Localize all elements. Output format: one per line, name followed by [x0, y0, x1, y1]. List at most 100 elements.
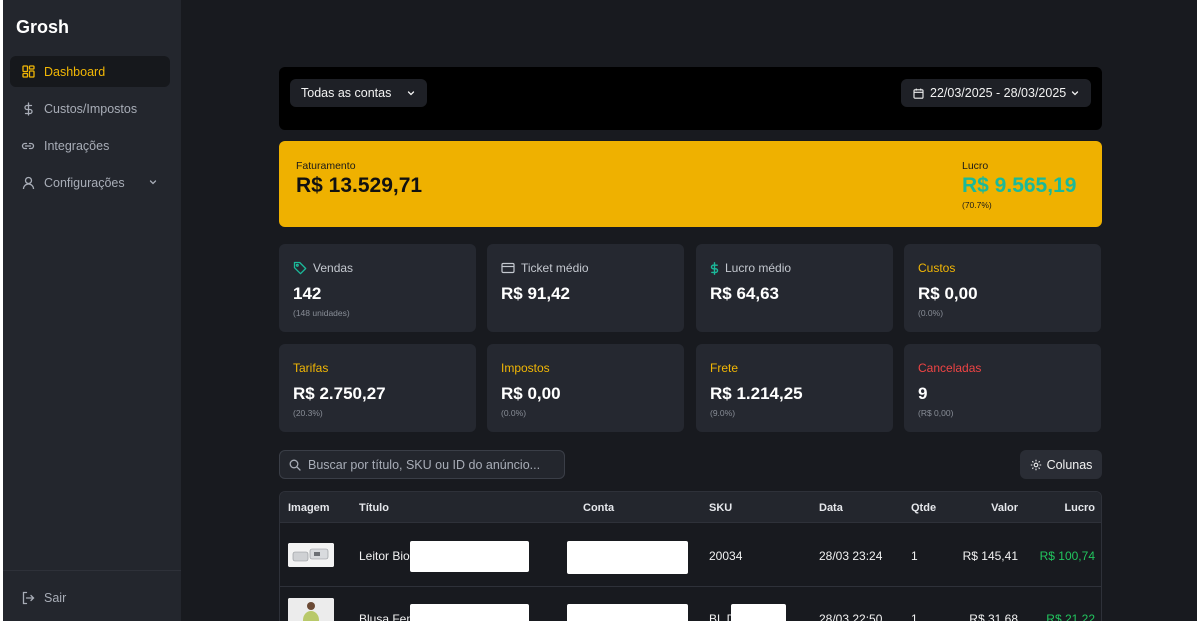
column-header-titulo[interactable]: Título [359, 502, 389, 514]
redacted-account [567, 541, 688, 574]
sidebar-item-custos[interactable]: Custos/Impostos [10, 93, 170, 124]
card-label: Ticket médio [501, 261, 589, 275]
card-value: R$ 0,00 [501, 384, 561, 403]
link-icon [21, 139, 35, 153]
card-label: Frete [710, 361, 739, 375]
card-value: 142 [293, 284, 322, 303]
profit-percentage: (70.7%) [962, 200, 992, 210]
column-header-sku[interactable]: SKU [709, 502, 732, 514]
column-header-valor[interactable]: Valor [991, 502, 1018, 514]
brand-logo: Grosh [16, 17, 70, 37]
sidebar-divider [3, 570, 181, 571]
columns-label: Colunas [1046, 457, 1093, 472]
card-label: Lucro médio [710, 261, 791, 275]
product-title: Blusa Fem [359, 612, 417, 621]
product-thumbnail [288, 598, 334, 621]
card-subtext: (0.0%) [918, 308, 944, 318]
metric-card-custos: Custos R$ 0,00 (0.0%) [904, 244, 1101, 332]
metric-card-vendas: Vendas 142 (148 unidades) [279, 244, 476, 332]
quantity-cell: 1 [911, 612, 918, 621]
card-subtext: (0.0%) [501, 408, 527, 418]
chevron-down-icon [406, 87, 416, 101]
revenue-value: R$ 13.529,71 [296, 174, 423, 197]
date-cell: 28/03 22:50 [819, 612, 883, 621]
table-row[interactable]: Blusa Fem BL D 28/03 22:50 1 R$ 31,68 R$… [280, 588, 1101, 621]
logout-label: Sair [44, 590, 67, 605]
card-subtext: (9.0%) [710, 408, 736, 418]
card-label: Vendas [293, 261, 353, 275]
sidebar-item-dashboard[interactable]: Dashboard [10, 56, 170, 87]
column-header-conta[interactable]: Conta [583, 502, 614, 514]
card-value: R$ 91,42 [501, 284, 570, 303]
tag-icon [293, 261, 307, 275]
metric-card-canceladas: Canceladas 9 (R$ 0,00) [904, 344, 1101, 432]
card-subtext: (20.3%) [293, 408, 323, 418]
card-label: Canceladas [918, 361, 982, 375]
calendar-icon [913, 88, 924, 99]
metric-card-tarifas: Tarifas R$ 2.750,27 (20.3%) [279, 344, 476, 432]
search-box[interactable] [279, 450, 565, 479]
sidebar-item-configuracoes[interactable]: Configurações [10, 167, 170, 198]
sidebar-item-label: Dashboard [44, 64, 106, 79]
column-header-data[interactable]: Data [819, 502, 843, 514]
card-subtext: (148 unidades) [293, 308, 350, 318]
redacted-block [410, 604, 529, 621]
metric-card-frete: Frete R$ 1.214,25 (9.0%) [696, 344, 893, 432]
account-select-value: Todas as contas [301, 86, 392, 100]
grid-icon [21, 65, 35, 79]
date-range-value: 22/03/2025 - 28/03/2025 [930, 86, 1067, 100]
column-header-imagem[interactable]: Imagem [288, 502, 330, 514]
profit-cell: R$ 100,74 [1039, 549, 1095, 563]
card-value: R$ 2.750,27 [293, 384, 386, 403]
user-icon [21, 176, 35, 190]
table-row[interactable]: Leitor Bior 20034 28/03 23:24 1 R$ 145,4… [280, 524, 1101, 587]
card-value: 9 [918, 384, 928, 403]
search-input[interactable] [308, 457, 548, 472]
chevron-down-icon [148, 176, 158, 190]
metric-card-ticket-medio: Ticket médio R$ 91,42 [487, 244, 684, 332]
credit-card-icon [501, 262, 515, 274]
gear-icon [1030, 459, 1042, 471]
profit-value: R$ 9.565,19 [962, 174, 1077, 197]
product-thumbnail [288, 543, 334, 567]
column-header-qtde[interactable]: Qtde [911, 502, 936, 514]
card-label: Tarifas [293, 361, 329, 375]
value-cell: R$ 31,68 [969, 612, 1018, 621]
card-value: R$ 1.214,25 [710, 384, 803, 403]
dollar-icon [710, 261, 719, 275]
metric-card-lucro-medio: Lucro médio R$ 64,63 [696, 244, 893, 332]
quantity-cell: 1 [911, 549, 918, 563]
date-range-picker[interactable]: 22/03/2025 - 28/03/2025 [901, 79, 1091, 107]
sidebar-item-label: Integrações [44, 138, 110, 153]
profit-label: Lucro [962, 160, 989, 172]
sidebar-item-integracoes[interactable]: Integrações [10, 130, 170, 161]
sales-table: Imagem Título Conta SKU Data Qtde Valor … [279, 491, 1102, 621]
date-cell: 28/03 23:24 [819, 549, 883, 563]
account-select[interactable]: Todas as contas [290, 79, 427, 107]
logout-button[interactable]: Sair [10, 582, 170, 613]
profit-cell: R$ 21,22 [1046, 612, 1095, 621]
columns-button[interactable]: Colunas [1020, 450, 1102, 479]
card-subtext: (R$ 0,00) [918, 408, 954, 418]
card-value: R$ 64,63 [710, 284, 779, 303]
summary-banner: Faturamento R$ 13.529,71 Lucro R$ 9.565,… [279, 141, 1102, 227]
sidebar-item-label: Custos/Impostos [44, 101, 138, 116]
card-label: Impostos [501, 361, 550, 375]
redacted-block [410, 541, 529, 572]
card-label: Custos [918, 261, 956, 275]
column-header-lucro[interactable]: Lucro [1064, 502, 1095, 514]
sidebar: Grosh Dashboard Custos/Impostos Integraç… [3, 0, 181, 621]
redacted-sku [731, 604, 786, 621]
product-title: Leitor Bior [359, 549, 414, 563]
sidebar-item-label: Configurações [44, 175, 125, 190]
metric-card-impostos: Impostos R$ 0,00 (0.0%) [487, 344, 684, 432]
logout-icon [21, 591, 35, 605]
card-value: R$ 0,00 [918, 284, 978, 303]
table-header: Imagem Título Conta SKU Data Qtde Valor … [280, 492, 1101, 523]
filter-bar: Todas as contas 22/03/2025 - 28/03/2025 [279, 67, 1102, 130]
value-cell: R$ 145,41 [962, 549, 1018, 563]
dollar-icon [21, 101, 35, 116]
sku-cell: 20034 [709, 549, 743, 563]
chevron-down-icon [1070, 87, 1080, 101]
revenue-label: Faturamento [296, 160, 356, 172]
